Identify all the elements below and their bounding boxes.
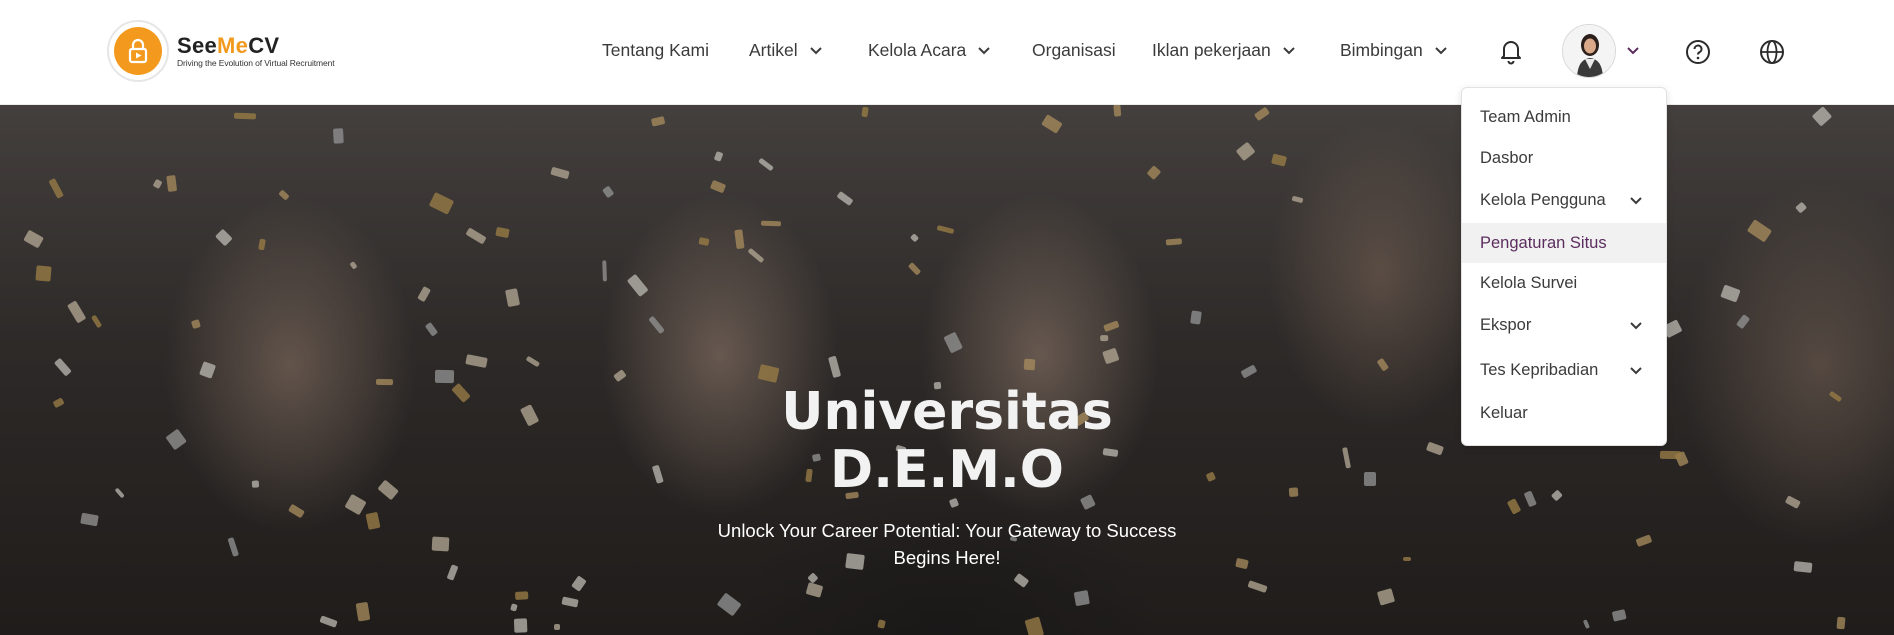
menu-item-dasbor[interactable]: Dasbor <box>1462 138 1666 178</box>
chevron-down-icon <box>978 47 990 55</box>
menu-item-kelola-survei[interactable]: Kelola Survei <box>1462 263 1666 303</box>
user-menu-dropdown: Team Admin Dasbor Kelola Pengguna Pengat… <box>1461 87 1667 446</box>
nav-item-label: Bimbingan <box>1340 39 1423 60</box>
menu-item-label: Pengaturan Situs <box>1480 233 1607 252</box>
logo-badge <box>107 20 169 82</box>
menu-item-label: Kelola Survei <box>1480 273 1578 292</box>
avatar[interactable] <box>1562 24 1616 78</box>
logo[interactable]: SeeMeCV Driving the Evolution of Virtual… <box>107 20 335 82</box>
menu-item-label: Keluar <box>1480 403 1528 422</box>
menu-item-team-admin[interactable]: Team Admin <box>1462 97 1666 137</box>
nav-item-label: Kelola Acara <box>868 39 967 60</box>
chevron-down-icon <box>1630 367 1642 375</box>
nav-item-label: Organisasi <box>1032 39 1116 60</box>
menu-item-label: Kelola Pengguna <box>1480 190 1606 209</box>
hero-subtitle-line1: Unlock Your Career Potential: Your Gatew… <box>717 520 1177 541</box>
nav-item-kelola-acara[interactable]: Kelola Acara <box>868 38 992 62</box>
nav-item-label: Iklan pekerjaan <box>1152 39 1271 60</box>
nav-item-label: Tentang Kami <box>602 39 710 60</box>
help-icon[interactable] <box>1683 37 1713 67</box>
chevron-down-icon <box>1630 197 1642 205</box>
nav-item-label: Artikel <box>749 39 798 60</box>
lock-play-icon <box>114 27 162 75</box>
menu-item-pengaturan-situs[interactable]: Pengaturan Situs <box>1462 223 1666 263</box>
menu-item-kelola-pengguna[interactable]: Kelola Pengguna <box>1462 180 1666 220</box>
menu-item-label: Team Admin <box>1480 107 1571 126</box>
chevron-down-icon <box>809 47 822 55</box>
menu-item-label: Tes Kepribadian <box>1480 360 1599 379</box>
hero-subtitle-line2: Begins Here! <box>893 547 1001 568</box>
hero-subtitle: Unlock Your Career Potential: Your Gatew… <box>697 517 1197 571</box>
chevron-down-icon <box>1434 47 1447 55</box>
nav-item-organisasi[interactable]: Organisasi <box>1032 38 1116 62</box>
chevron-down-icon <box>1282 47 1295 55</box>
menu-item-label: Dasbor <box>1480 148 1534 167</box>
bell-icon[interactable] <box>1496 36 1526 66</box>
logo-text: SeeMeCV Driving the Evolution of Virtual… <box>177 32 335 68</box>
nav-item-artikel[interactable]: Artikel <box>749 38 824 62</box>
nav-item-iklan-pekerjaan[interactable]: Iklan pekerjaan <box>1152 38 1297 62</box>
globe-icon[interactable] <box>1757 37 1787 67</box>
avatar-chevron-down-icon[interactable] <box>1624 41 1642 59</box>
menu-item-label: Ekspor <box>1480 315 1532 334</box>
menu-item-tes-kepribadian[interactable]: Tes Kepribadian <box>1462 350 1666 390</box>
menu-item-ekspor[interactable]: Ekspor <box>1462 305 1666 345</box>
brand-tagline: Driving the Evolution of Virtual Recruit… <box>177 57 335 68</box>
menu-item-keluar[interactable]: Keluar <box>1462 393 1666 433</box>
hero-title-line2: D.E.M.O <box>830 440 1064 500</box>
nav-item-bimbingan[interactable]: Bimbingan <box>1340 38 1449 62</box>
chevron-down-icon <box>1630 322 1642 330</box>
nav-item-tentang-kami[interactable]: Tentang Kami <box>602 38 709 62</box>
brand-name: SeeMeCV <box>177 32 280 58</box>
